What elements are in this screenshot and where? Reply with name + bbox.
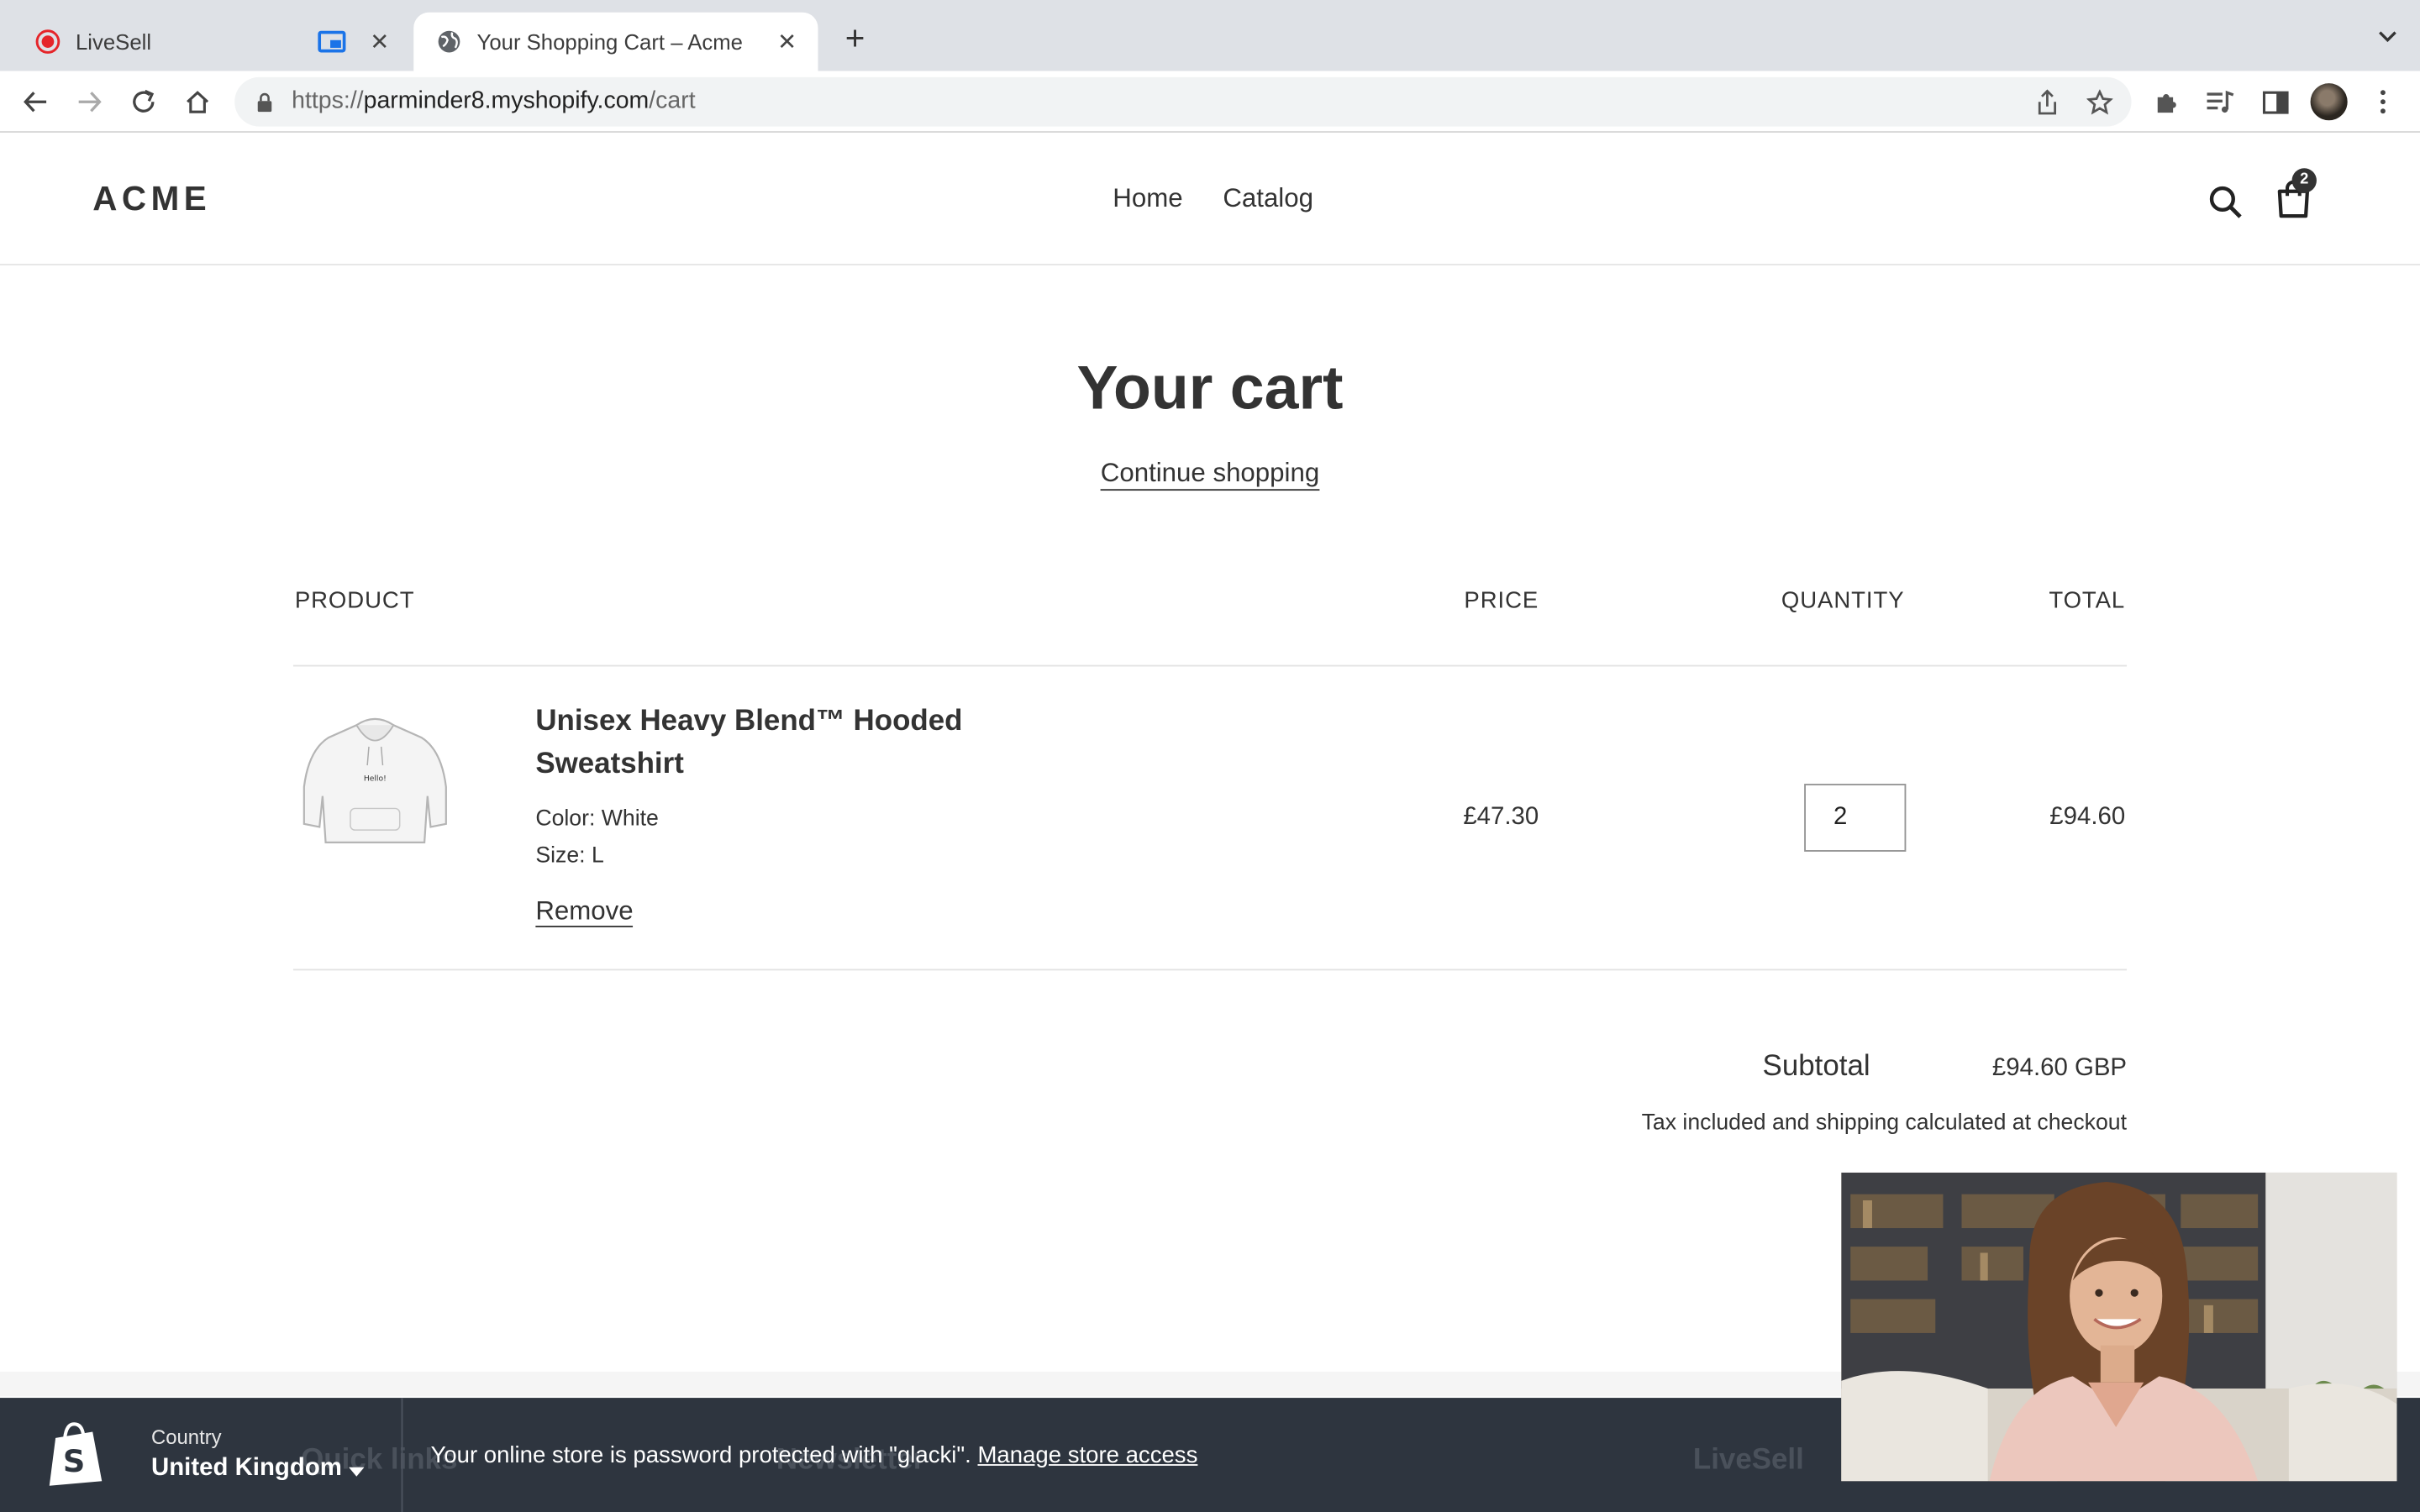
svg-text:S: S <box>63 1443 85 1479</box>
extensions-icon[interactable] <box>2150 85 2184 118</box>
subtotal-label: Subtotal <box>1762 1050 1870 1084</box>
main-nav: Home Catalog <box>1113 184 1353 215</box>
divider <box>292 664 2128 667</box>
store-page: ACME Home Catalog 2 Your cart Continue sh… <box>0 132 2420 1512</box>
chevron-down-icon[interactable] <box>349 1467 365 1477</box>
column-header-product: PRODUCT <box>294 587 415 615</box>
country-selector[interactable]: United Kingdom <box>151 1455 342 1483</box>
reload-icon[interactable] <box>127 85 160 118</box>
divider <box>401 1398 403 1512</box>
cart-count-badge: 2 <box>2291 168 2317 193</box>
product-image[interactable]: Hello! <box>295 710 455 852</box>
product-size: Size: L <box>535 843 604 869</box>
password-message-text: Your online store is password protected … <box>430 1442 971 1469</box>
country-label: Country <box>151 1425 222 1449</box>
record-icon <box>34 29 60 55</box>
password-message: Your online store is password protected … <box>430 1442 1197 1468</box>
forward-icon[interactable] <box>72 85 106 118</box>
remove-button[interactable]: Remove <box>535 897 634 927</box>
product-name[interactable]: Unisex Heavy Blend™ Hooded Sweatshirt <box>535 701 998 787</box>
address-bar[interactable]: https://parminder8.myshopify.com/cart <box>234 76 2132 127</box>
continue-shopping-label[interactable]: Continue shopping <box>1100 458 1320 491</box>
store-header: ACME Home Catalog 2 <box>0 133 2420 265</box>
kebab-menu-icon[interactable] <box>2366 85 2400 118</box>
quantity-input[interactable]: 2 <box>1804 784 1907 852</box>
video-call-overlay[interactable] <box>1841 1172 2397 1482</box>
tab-livesell[interactable]: LiveSell ✕ <box>13 13 411 71</box>
product-color: Color: White <box>535 806 659 832</box>
close-icon[interactable]: ✕ <box>364 28 395 55</box>
tab-title: Your Shopping Cart – Acme <box>476 29 743 55</box>
item-total: £94.60 <box>2049 803 2126 831</box>
tab-shopping-cart[interactable]: Your Shopping Cart – Acme ✕ <box>413 12 818 71</box>
star-icon[interactable] <box>2085 88 2112 116</box>
tax-note: Tax included and shipping calculated at … <box>1641 1110 2128 1136</box>
nav-catalog[interactable]: Catalog <box>1223 184 1313 213</box>
subtotal-value: £94.60 GBP <box>1991 1055 2128 1082</box>
nav-home[interactable]: Home <box>1113 184 1182 213</box>
lock-icon[interactable] <box>256 92 273 112</box>
avatar[interactable] <box>2310 83 2348 121</box>
divider <box>292 969 2128 971</box>
continue-shopping-link[interactable]: Continue shopping <box>0 458 2420 491</box>
screen: LiveSell ✕ Your Shopping Cart – Acme ✕ + <box>0 0 2420 1512</box>
search-icon[interactable] <box>2207 184 2244 221</box>
url-host: parminder8.myshopify.com <box>363 87 650 114</box>
browser-toolbar: https://parminder8.myshopify.com/cart <box>0 71 2420 133</box>
manage-store-access-link[interactable]: Manage store access <box>977 1442 1197 1468</box>
url-scheme: https:// <box>292 87 364 114</box>
home-icon[interactable] <box>181 85 214 118</box>
product-print-text: Hello! <box>364 774 387 783</box>
media-queue-icon[interactable] <box>2204 85 2238 118</box>
column-header-total: TOTAL <box>2049 587 2126 615</box>
browser-tab-bar: LiveSell ✕ Your Shopping Cart – Acme ✕ + <box>0 0 2420 71</box>
back-icon[interactable] <box>18 85 52 118</box>
footer-livesell-heading: LiveSell <box>1692 1444 1804 1477</box>
tab-title: LiveSell <box>76 29 152 55</box>
picture-in-picture-icon[interactable] <box>318 30 346 53</box>
store-logo[interactable]: ACME <box>92 179 211 219</box>
url-path: /cart <box>649 87 696 114</box>
page-title: Your cart <box>1076 354 1344 423</box>
share-icon[interactable] <box>2033 88 2060 116</box>
close-icon[interactable]: ✕ <box>771 28 802 55</box>
column-header-quantity: QUANTITY <box>1781 587 1905 615</box>
side-panel-icon[interactable] <box>2258 85 2291 118</box>
plus-icon[interactable]: + <box>838 21 871 55</box>
column-header-price: PRICE <box>1464 587 1539 615</box>
chevron-down-icon[interactable] <box>2377 24 2399 49</box>
item-price: £47.30 <box>1463 803 1539 831</box>
globe-icon <box>435 29 461 55</box>
shopify-icon: S <box>46 1420 105 1488</box>
